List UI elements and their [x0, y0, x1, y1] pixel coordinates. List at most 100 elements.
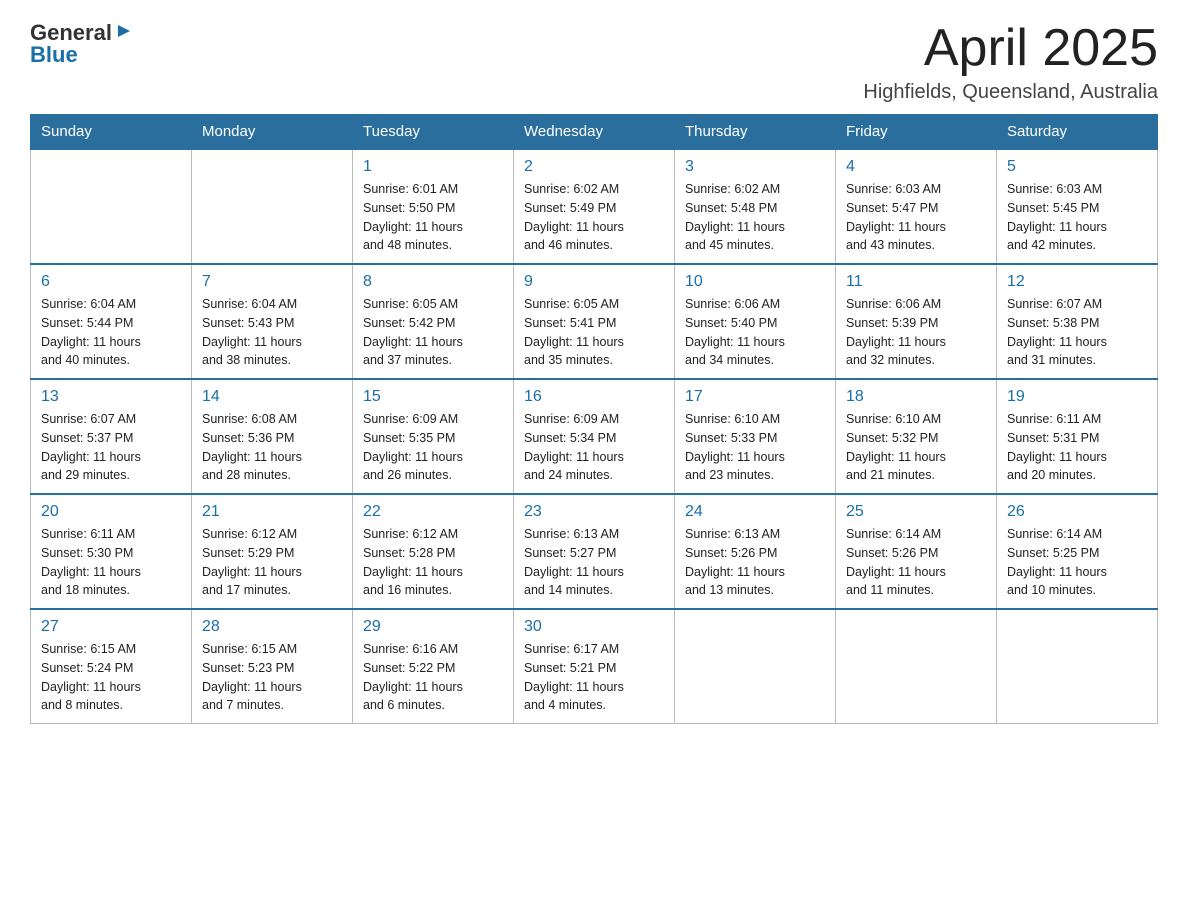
- day-info: Sunrise: 6:10 AM Sunset: 5:33 PM Dayligh…: [685, 410, 825, 485]
- day-number: 26: [1007, 503, 1147, 521]
- day-info: Sunrise: 6:02 AM Sunset: 5:48 PM Dayligh…: [685, 180, 825, 255]
- day-info: Sunrise: 6:07 AM Sunset: 5:37 PM Dayligh…: [41, 410, 181, 485]
- day-info: Sunrise: 6:17 AM Sunset: 5:21 PM Dayligh…: [524, 640, 664, 715]
- title-area: April 2025 Highfields, Queensland, Austr…: [863, 20, 1158, 104]
- calendar-cell: 6 Sunrise: 6:04 AM Sunset: 5:44 PM Daylig…: [31, 264, 192, 379]
- col-header-monday: Monday: [192, 115, 353, 150]
- day-number: 27: [41, 618, 181, 636]
- col-header-saturday: Saturday: [997, 115, 1158, 150]
- day-number: 10: [685, 273, 825, 291]
- day-number: 16: [524, 388, 664, 406]
- week-row-5: 27 Sunrise: 6:15 AM Sunset: 5:24 PM Dayli…: [31, 609, 1158, 724]
- day-info: Sunrise: 6:16 AM Sunset: 5:22 PM Dayligh…: [363, 640, 503, 715]
- calendar-cell: 20 Sunrise: 6:11 AM Sunset: 5:30 PM Dayli…: [31, 494, 192, 609]
- calendar-cell: 1 Sunrise: 6:01 AM Sunset: 5:50 PM Daylig…: [353, 149, 514, 264]
- calendar-table: SundayMondayTuesdayWednesdayThursdayFrid…: [30, 114, 1158, 724]
- calendar-cell: 22Sunrise: 6:12 AM Sunset: 5:28 PM Dayli…: [353, 494, 514, 609]
- calendar-cell: 13 Sunrise: 6:07 AM Sunset: 5:37 PM Dayli…: [31, 379, 192, 494]
- day-info: Sunrise: 6:04 AM Sunset: 5:43 PM Dayligh…: [202, 295, 342, 370]
- calendar-cell: 28Sunrise: 6:15 AM Sunset: 5:23 PM Dayli…: [192, 609, 353, 724]
- calendar-cell: 12 Sunrise: 6:07 AM Sunset: 5:38 PM Dayli…: [997, 264, 1158, 379]
- day-number: 8: [363, 273, 503, 291]
- day-info: Sunrise: 6:12 AM Sunset: 5:29 PM Dayligh…: [202, 525, 342, 600]
- calendar-cell: 3 Sunrise: 6:02 AM Sunset: 5:48 PM Daylig…: [675, 149, 836, 264]
- calendar-cell: 25Sunrise: 6:14 AM Sunset: 5:26 PM Dayli…: [836, 494, 997, 609]
- day-number: 18: [846, 388, 986, 406]
- day-number: 3: [685, 158, 825, 176]
- logo: General Blue: [30, 20, 132, 68]
- week-row-2: 6 Sunrise: 6:04 AM Sunset: 5:44 PM Daylig…: [31, 264, 1158, 379]
- col-header-thursday: Thursday: [675, 115, 836, 150]
- day-number: 21: [202, 503, 342, 521]
- calendar-cell: 18 Sunrise: 6:10 AM Sunset: 5:32 PM Dayli…: [836, 379, 997, 494]
- day-info: Sunrise: 6:09 AM Sunset: 5:35 PM Dayligh…: [363, 410, 503, 485]
- day-info: Sunrise: 6:07 AM Sunset: 5:38 PM Dayligh…: [1007, 295, 1147, 370]
- col-header-tuesday: Tuesday: [353, 115, 514, 150]
- calendar-cell: 26Sunrise: 6:14 AM Sunset: 5:25 PM Dayli…: [997, 494, 1158, 609]
- col-header-friday: Friday: [836, 115, 997, 150]
- day-info: Sunrise: 6:15 AM Sunset: 5:24 PM Dayligh…: [41, 640, 181, 715]
- day-info: Sunrise: 6:14 AM Sunset: 5:26 PM Dayligh…: [846, 525, 986, 600]
- calendar-cell: 5 Sunrise: 6:03 AM Sunset: 5:45 PM Daylig…: [997, 149, 1158, 264]
- day-number: 30: [524, 618, 664, 636]
- calendar-cell: 14Sunrise: 6:08 AM Sunset: 5:36 PM Dayli…: [192, 379, 353, 494]
- day-info: Sunrise: 6:05 AM Sunset: 5:41 PM Dayligh…: [524, 295, 664, 370]
- calendar-cell: 24 Sunrise: 6:13 AM Sunset: 5:26 PM Dayli…: [675, 494, 836, 609]
- day-info: Sunrise: 6:03 AM Sunset: 5:45 PM Dayligh…: [1007, 180, 1147, 255]
- calendar-cell: 8 Sunrise: 6:05 AM Sunset: 5:42 PM Daylig…: [353, 264, 514, 379]
- day-number: 1: [363, 158, 503, 176]
- day-info: Sunrise: 6:11 AM Sunset: 5:30 PM Dayligh…: [41, 525, 181, 600]
- calendar-cell: 27 Sunrise: 6:15 AM Sunset: 5:24 PM Dayli…: [31, 609, 192, 724]
- day-number: 29: [363, 618, 503, 636]
- calendar-cell: 10Sunrise: 6:06 AM Sunset: 5:40 PM Dayli…: [675, 264, 836, 379]
- header-row: SundayMondayTuesdayWednesdayThursdayFrid…: [31, 115, 1158, 150]
- calendar-cell: 2Sunrise: 6:02 AM Sunset: 5:49 PM Daylig…: [514, 149, 675, 264]
- week-row-4: 20 Sunrise: 6:11 AM Sunset: 5:30 PM Dayli…: [31, 494, 1158, 609]
- week-row-1: 1 Sunrise: 6:01 AM Sunset: 5:50 PM Daylig…: [31, 149, 1158, 264]
- calendar-cell: 7Sunrise: 6:04 AM Sunset: 5:43 PM Daylig…: [192, 264, 353, 379]
- day-info: Sunrise: 6:03 AM Sunset: 5:47 PM Dayligh…: [846, 180, 986, 255]
- calendar-cell: 16Sunrise: 6:09 AM Sunset: 5:34 PM Dayli…: [514, 379, 675, 494]
- day-number: 5: [1007, 158, 1147, 176]
- calendar-cell: 19Sunrise: 6:11 AM Sunset: 5:31 PM Dayli…: [997, 379, 1158, 494]
- calendar-cell: 29 Sunrise: 6:16 AM Sunset: 5:22 PM Dayli…: [353, 609, 514, 724]
- day-number: 17: [685, 388, 825, 406]
- month-title: April 2025: [863, 20, 1158, 77]
- calendar-cell: [997, 609, 1158, 724]
- day-number: 24: [685, 503, 825, 521]
- calendar-cell: 9Sunrise: 6:05 AM Sunset: 5:41 PM Daylig…: [514, 264, 675, 379]
- day-number: 4: [846, 158, 986, 176]
- calendar-cell: 11 Sunrise: 6:06 AM Sunset: 5:39 PM Dayli…: [836, 264, 997, 379]
- day-info: Sunrise: 6:04 AM Sunset: 5:44 PM Dayligh…: [41, 295, 181, 370]
- calendar-cell: [836, 609, 997, 724]
- calendar-cell: 4 Sunrise: 6:03 AM Sunset: 5:47 PM Daylig…: [836, 149, 997, 264]
- day-info: Sunrise: 6:11 AM Sunset: 5:31 PM Dayligh…: [1007, 410, 1147, 485]
- day-number: 13: [41, 388, 181, 406]
- logo-blue-text: Blue: [30, 42, 78, 68]
- day-info: Sunrise: 6:08 AM Sunset: 5:36 PM Dayligh…: [202, 410, 342, 485]
- calendar-cell: 15Sunrise: 6:09 AM Sunset: 5:35 PM Dayli…: [353, 379, 514, 494]
- calendar-cell: 23 Sunrise: 6:13 AM Sunset: 5:27 PM Dayli…: [514, 494, 675, 609]
- day-number: 11: [846, 273, 986, 291]
- day-number: 6: [41, 273, 181, 291]
- day-info: Sunrise: 6:13 AM Sunset: 5:26 PM Dayligh…: [685, 525, 825, 600]
- week-row-3: 13 Sunrise: 6:07 AM Sunset: 5:37 PM Dayli…: [31, 379, 1158, 494]
- day-info: Sunrise: 6:05 AM Sunset: 5:42 PM Dayligh…: [363, 295, 503, 370]
- calendar-cell: 21 Sunrise: 6:12 AM Sunset: 5:29 PM Dayli…: [192, 494, 353, 609]
- calendar-cell: [192, 149, 353, 264]
- day-info: Sunrise: 6:01 AM Sunset: 5:50 PM Dayligh…: [363, 180, 503, 255]
- col-header-wednesday: Wednesday: [514, 115, 675, 150]
- day-info: Sunrise: 6:06 AM Sunset: 5:39 PM Dayligh…: [846, 295, 986, 370]
- day-number: 23: [524, 503, 664, 521]
- col-header-sunday: Sunday: [31, 115, 192, 150]
- day-info: Sunrise: 6:12 AM Sunset: 5:28 PM Dayligh…: [363, 525, 503, 600]
- header: General Blue April 2025 Highfields, Quee…: [30, 20, 1158, 104]
- day-info: Sunrise: 6:13 AM Sunset: 5:27 PM Dayligh…: [524, 525, 664, 600]
- day-info: Sunrise: 6:10 AM Sunset: 5:32 PM Dayligh…: [846, 410, 986, 485]
- logo-triangle-icon: [114, 22, 132, 40]
- calendar-cell: 30 Sunrise: 6:17 AM Sunset: 5:21 PM Dayli…: [514, 609, 675, 724]
- day-number: 28: [202, 618, 342, 636]
- calendar-cell: 17 Sunrise: 6:10 AM Sunset: 5:33 PM Dayli…: [675, 379, 836, 494]
- day-number: 20: [41, 503, 181, 521]
- day-number: 12: [1007, 273, 1147, 291]
